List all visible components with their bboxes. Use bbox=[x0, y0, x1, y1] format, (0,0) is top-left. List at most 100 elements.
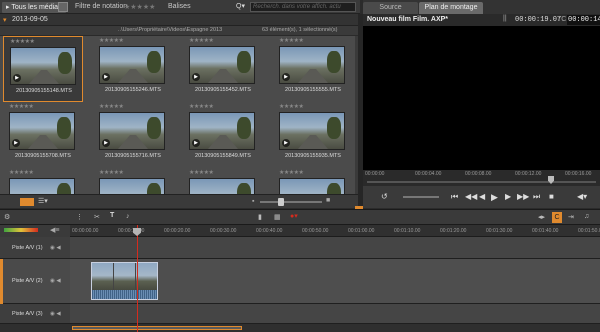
thumbnail-rating[interactable]: ★★★★★ bbox=[9, 103, 34, 110]
media-thumbnail[interactable]: ★★★★★ ▶ bbox=[183, 168, 263, 194]
folder-date: 2013-09-05 bbox=[12, 16, 48, 23]
media-thumbnail[interactable]: ★★★★★ ▶ 20130905155935.MTS bbox=[273, 102, 353, 168]
play-icon[interactable]: ▶ bbox=[282, 73, 290, 81]
media-thumbnail[interactable]: ★★★★★ ▶ bbox=[93, 168, 173, 194]
track-visibility-icon[interactable]: ◉ ◀ bbox=[50, 245, 61, 251]
ruler-tick-label: 00:01:50.00 bbox=[578, 228, 600, 234]
thumbnail-rating[interactable]: ★★★★★ bbox=[99, 169, 124, 176]
zoom-in-icon[interactable]: ■ bbox=[326, 197, 330, 204]
play-icon[interactable]: ▶ bbox=[491, 192, 498, 203]
play-icon[interactable]: ▶ bbox=[282, 139, 290, 147]
ripple-icon[interactable]: ⇥ bbox=[568, 213, 574, 221]
all-media-tab[interactable]: ▸ Tous les médias bbox=[2, 2, 66, 13]
media-thumbnail[interactable]: ★★★★★ ▶ 20130905155849.MTS bbox=[183, 102, 263, 168]
loop-icon[interactable]: ↺ bbox=[381, 192, 388, 201]
media-thumbnail[interactable]: ★★★★★ ▶ bbox=[3, 168, 83, 194]
timeline-ruler[interactable]: ◀≡ 00:00:00.00 00:00:10.00 00:00:20.00 00:0… bbox=[0, 225, 600, 237]
play-icon[interactable]: ▶ bbox=[192, 139, 200, 147]
track-body-1[interactable] bbox=[70, 237, 600, 259]
thumbnail-rating[interactable]: ★★★★★ bbox=[189, 37, 214, 44]
grid-icon[interactable]: ▦ bbox=[274, 213, 281, 221]
thumbnail-rating[interactable]: ★★★★★ bbox=[279, 103, 304, 110]
thumbnail-rating[interactable]: ★★★★★ bbox=[99, 103, 124, 110]
step-back-icon[interactable]: ◀◀ bbox=[465, 192, 477, 201]
ruler-tick-label: 00:01:30.00 bbox=[486, 228, 513, 234]
play-icon[interactable]: ▶ bbox=[102, 139, 110, 147]
folder-expand-icon[interactable]: ▾ bbox=[3, 16, 7, 24]
snap-icon[interactable]: ⋮ bbox=[76, 213, 83, 221]
thumbnail-rating[interactable]: ★★★★★ bbox=[189, 103, 214, 110]
timeline-scroll-thumb[interactable] bbox=[72, 326, 242, 330]
title-tool-icon[interactable]: T bbox=[110, 212, 114, 219]
preview-scrub-track[interactable] bbox=[367, 181, 596, 183]
shuttle-track[interactable] bbox=[403, 196, 439, 198]
frame-back-icon[interactable]: ◀ bbox=[479, 192, 485, 201]
trash-icon[interactable]: ▮ bbox=[258, 213, 262, 221]
master-level-meter bbox=[4, 228, 38, 232]
timeline-toolbar: ⚙ ⋮ ✂ T ♪ ▮ ▦ ●▾ ◂▸ C ⇥ ♫ bbox=[0, 209, 600, 225]
timeline-playhead[interactable] bbox=[137, 225, 138, 332]
track-header-1[interactable]: Piste A/V (1) ◉ ◀ bbox=[0, 237, 70, 259]
thumbnail-rating[interactable]: ★★★★★ bbox=[10, 38, 35, 45]
step-forward-icon[interactable]: ▶▶ bbox=[517, 192, 529, 201]
track-visibility-icon[interactable]: ◉ ◀ bbox=[50, 278, 61, 284]
zoom-slider-knob[interactable] bbox=[278, 198, 284, 206]
media-thumbnail[interactable]: ★★★★★ ▶ 20130905155246.MTS bbox=[93, 36, 173, 102]
zoom-slider-track[interactable] bbox=[260, 201, 322, 203]
timeline-scrollbar[interactable] bbox=[0, 324, 600, 332]
media-thumbnail[interactable]: ★★★★★ ▶ 20130905155148.MTS bbox=[3, 36, 83, 102]
frame-forward-icon[interactable]: ▶ bbox=[505, 192, 511, 201]
preview-ruler-tick-label: 00:00:16.00 bbox=[565, 171, 592, 177]
skip-start-icon[interactable]: ⏮ bbox=[451, 192, 458, 202]
thumbnail-rating[interactable]: ★★★★★ bbox=[189, 169, 214, 176]
tab-timeline[interactable]: Plan de montage bbox=[419, 2, 483, 14]
thumbnail-rating[interactable]: ★★★★★ bbox=[279, 169, 304, 176]
tags-label[interactable]: Balises bbox=[168, 3, 191, 10]
track-body-3[interactable] bbox=[70, 304, 600, 324]
folder-view-icon[interactable] bbox=[58, 2, 68, 12]
rating-filter-stars[interactable]: ★★★★★ bbox=[124, 3, 155, 11]
track-header-3[interactable]: Piste A/V (3) ◉ ◀ bbox=[0, 304, 70, 324]
search-icon[interactable]: Q▾ bbox=[236, 2, 245, 10]
volume-icon[interactable]: ◀▾ bbox=[577, 192, 587, 201]
play-icon[interactable]: ▶ bbox=[13, 74, 21, 82]
tab-source[interactable]: Source bbox=[363, 2, 418, 14]
thumbnail-label: 20130905155452.MTS bbox=[195, 87, 251, 93]
thumbnail-image: ▶ bbox=[279, 178, 345, 194]
thumbnail-rating[interactable]: ★★★★★ bbox=[279, 37, 304, 44]
audio-tool-icon[interactable]: ♪ bbox=[126, 213, 130, 220]
media-thumbnail[interactable]: ★★★★★ ▶ 20130905155452.MTS bbox=[183, 36, 263, 102]
thumbnail-rating[interactable]: ★★★★★ bbox=[99, 37, 124, 44]
current-timecode[interactable]: 00:00:14.07 bbox=[567, 15, 600, 25]
preview-title-bar: Nouveau film Film. AXP* || 00:00:19.07 T… bbox=[363, 14, 600, 26]
zoom-out-icon[interactable]: ▪ bbox=[252, 198, 254, 205]
thumbnail-image: ▶ bbox=[10, 47, 76, 85]
list-view-icon[interactable]: ☰▾ bbox=[38, 197, 48, 205]
audio-mix-icon[interactable]: ♫ bbox=[584, 213, 589, 220]
preview-screen[interactable] bbox=[363, 26, 600, 170]
track-visibility-icon[interactable]: ◉ ◀ bbox=[50, 311, 61, 317]
magnet-icon[interactable]: C bbox=[552, 212, 562, 223]
grid-view-icon[interactable] bbox=[20, 198, 34, 206]
skip-end-icon[interactable]: ⏭ bbox=[533, 192, 540, 202]
media-thumbnail[interactable]: ★★★★★ ▶ 20130905155708.MTS bbox=[3, 102, 83, 168]
play-icon[interactable]: ▶ bbox=[12, 139, 20, 147]
media-thumbnail[interactable]: ★★★★★ ▶ 20130905155555.MTS bbox=[273, 36, 353, 102]
settings-icon[interactable]: ⚙ bbox=[4, 213, 10, 221]
trim-icon[interactable]: ◂▸ bbox=[538, 213, 545, 221]
marker-icon[interactable]: ●▾ bbox=[290, 212, 298, 220]
track-header-2[interactable]: Piste A/V (2) ◉ ◀ bbox=[0, 259, 70, 304]
media-thumbnail[interactable]: ★★★★★ ▶ bbox=[273, 168, 353, 194]
play-icon[interactable]: ▶ bbox=[192, 73, 200, 81]
thumbnail-image: ▶ bbox=[189, 178, 255, 194]
thumbnail-rating[interactable]: ★★★★★ bbox=[9, 169, 34, 176]
preview-ruler[interactable]: 00:00:00 00:00:04.00 00:00:08.00 00:00:12.0… bbox=[363, 170, 600, 186]
razor-icon[interactable]: ✂ bbox=[94, 213, 100, 221]
stop-icon[interactable]: ■ bbox=[549, 192, 554, 201]
video-clip[interactable] bbox=[91, 262, 158, 300]
library-top-bar: ▸ Tous les médias Filtre de notation ★★★… bbox=[0, 0, 360, 14]
media-thumbnail[interactable]: ★★★★★ ▶ 20130905155716.MTS bbox=[93, 102, 173, 168]
search-input[interactable]: Recherch. dans votre affich. actu bbox=[250, 2, 356, 12]
master-audio-icon[interactable]: ◀≡ bbox=[50, 226, 59, 234]
play-icon[interactable]: ▶ bbox=[102, 73, 110, 81]
